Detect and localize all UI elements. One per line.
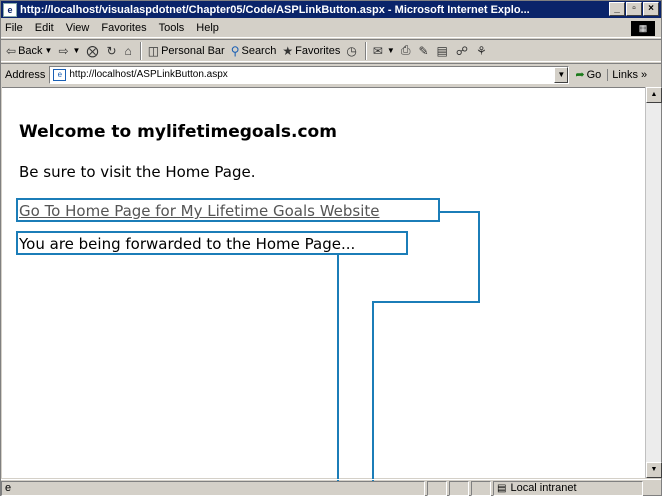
status-bar: e ▤ Local intranet (1, 479, 661, 496)
mail-icon: ✉ (372, 43, 383, 58)
page-icon: e (53, 68, 67, 81)
stop-icon: ⨂ (86, 43, 99, 58)
home-page-link[interactable]: Go To Home Page for My Lifetime Goals We… (19, 202, 379, 220)
status-cell (427, 480, 447, 496)
maximize-button[interactable]: ▫ (626, 2, 642, 16)
back-button[interactable]: ⇦ Back ▼ (3, 44, 55, 58)
status-message-cell: e (1, 480, 425, 496)
edit-button[interactable]: ✎ (415, 44, 433, 58)
search-icon: ⚲ (230, 43, 240, 58)
forward-button[interactable]: ⇨ ▼ (55, 44, 83, 58)
status-cell (471, 480, 491, 496)
address-dropdown-button[interactable]: ▼ (554, 66, 569, 83)
window-title: http://localhost/visualaspdotnet/Chapter… (20, 3, 530, 16)
search-label: Search (241, 44, 277, 57)
menu-file[interactable]: File (1, 22, 29, 34)
history-button[interactable]: ◷ (343, 44, 361, 58)
print-button[interactable]: ⎙ (398, 43, 416, 58)
zone-cell: ▤ Local intranet (493, 480, 643, 496)
browser-window: e http://localhost/visualaspdotnet/Chapt… (0, 0, 662, 496)
menu-edit[interactable]: Edit (29, 22, 60, 34)
home-button[interactable]: ⌂ (122, 44, 137, 58)
home-icon: ⌂ (124, 43, 132, 58)
address-input[interactable]: e http://localhost/ASPLinkButton.aspx ▼ (49, 65, 570, 84)
address-url: http://localhost/ASPLinkButton.aspx (69, 69, 228, 80)
close-button[interactable]: × (643, 2, 659, 16)
refresh-icon: ↻ (106, 43, 117, 58)
personal-bar-button[interactable]: ◫ Personal Bar (145, 44, 228, 58)
go-arrow-icon: ➦ (575, 69, 585, 81)
go-button[interactable]: ➦ Go (569, 68, 607, 82)
menu-favorites[interactable]: Favorites (95, 22, 152, 34)
refresh-button[interactable]: ↻ (103, 44, 121, 58)
mail-button[interactable]: ✉ ▼ (370, 44, 398, 58)
menu-bar: File Edit View Favorites Tools Help ▦ (1, 19, 661, 38)
menu-help[interactable]: Help (190, 22, 225, 34)
toolbar-separator (139, 41, 142, 60)
zone-label: Local intranet (510, 482, 577, 494)
back-label: Back (18, 44, 43, 57)
research-icon: ⚘ (476, 43, 487, 58)
page-content: Welcome to mylifetimegoals.com Be sure t… (2, 87, 645, 481)
title-bar: e http://localhost/visualaspdotnet/Chapt… (1, 1, 661, 18)
page-heading: Welcome to mylifetimegoals.com (19, 122, 337, 142)
favorites-button[interactable]: ★ Favorites (279, 44, 343, 58)
standard-toolbar: ⇦ Back ▼ ⇨ ▼ ⨂ ↻ ⌂ ◫ Personal Bar ⚲ Sear… (1, 39, 661, 62)
go-label: Go (586, 68, 602, 81)
address-bar: Address e http://localhost/ASPLinkButton… (1, 63, 661, 85)
visit-text: Be sure to visit the Home Page. (19, 163, 256, 181)
scroll-down-button[interactable]: ▼ (646, 462, 662, 478)
personal-bar-icon: ◫ (147, 43, 160, 58)
personal-bar-label: Personal Bar (161, 44, 225, 57)
toolbar-separator (364, 41, 367, 60)
search-button[interactable]: ⚲ Search (228, 44, 280, 58)
minimize-button[interactable]: _ (609, 2, 625, 16)
messenger-button[interactable]: ☍ (453, 44, 473, 58)
status-cell (449, 480, 469, 496)
discuss-icon: ▤ (436, 43, 448, 58)
messenger-icon: ☍ (455, 43, 468, 58)
discuss-button[interactable]: ▤ (434, 44, 453, 58)
dropdown-arrow-icon: ▼ (44, 46, 53, 55)
favorites-icon: ★ (282, 43, 294, 58)
history-icon: ◷ (346, 43, 357, 58)
print-icon: ⎙ (400, 43, 411, 57)
intranet-icon: ▤ (497, 482, 507, 494)
dropdown-arrow-icon: ▼ (72, 46, 81, 55)
edit-icon: ✎ (418, 43, 429, 58)
forward-arrow-icon: ⇨ (58, 43, 69, 58)
windows-logo-icon: ▦ (631, 21, 655, 36)
menu-view[interactable]: View (60, 22, 96, 34)
window-controls: _ ▫ × (609, 2, 659, 16)
back-arrow-icon: ⇦ (6, 43, 17, 58)
address-label: Address (5, 68, 46, 81)
callout-line (372, 301, 374, 481)
callout-line (337, 255, 339, 481)
callout-line (478, 211, 480, 303)
forward-message: You are being forwarded to the Home Page… (19, 235, 356, 253)
links-button[interactable]: Links » (607, 68, 651, 81)
menu-tools[interactable]: Tools (153, 22, 191, 34)
ie-page-icon: e (3, 2, 17, 17)
stop-button[interactable]: ⨂ (83, 44, 103, 58)
ie-status-icon: e (5, 482, 12, 494)
callout-line (372, 301, 480, 303)
research-button[interactable]: ⚘ (473, 44, 492, 58)
vertical-scrollbar[interactable]: ▲ ▼ (645, 87, 662, 478)
scroll-up-button[interactable]: ▲ (646, 87, 662, 103)
dropdown-arrow-icon: ▼ (386, 46, 395, 55)
favorites-label: Favorites (295, 44, 341, 57)
callout-line (440, 211, 478, 213)
